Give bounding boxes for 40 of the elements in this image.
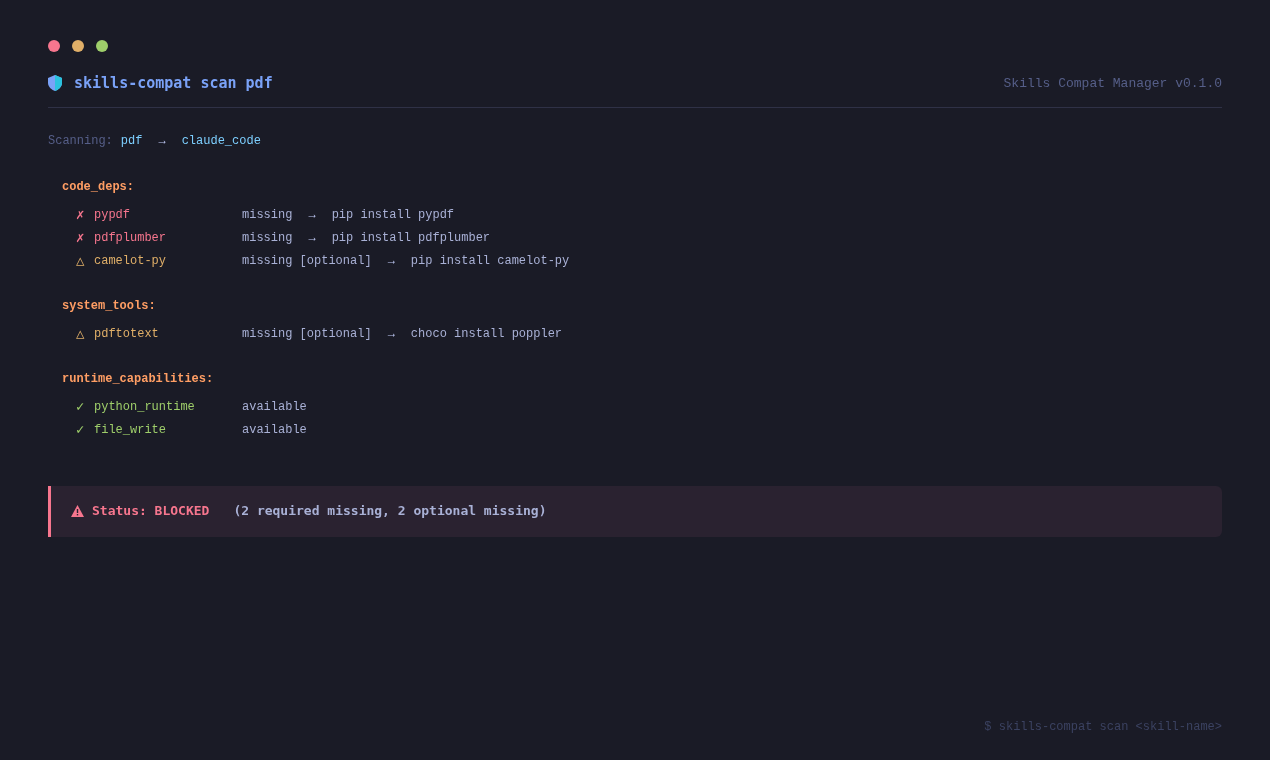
install-command: choco install poppler (410, 326, 563, 343)
status-mark: ✗ (76, 228, 86, 248)
status-mark: ✓ (76, 397, 86, 417)
status-detail: (2 required missing, 2 optional missing) (233, 502, 547, 521)
skill-name: pdf (120, 132, 143, 150)
install-command: pip install camelot-py (410, 253, 570, 270)
arrow: → (386, 326, 396, 343)
install-command: pip install pdfplumber (331, 230, 491, 247)
shield-icon (48, 75, 62, 92)
item-status: missing (242, 207, 293, 224)
item-name: pdftotext (94, 326, 160, 343)
command-title: skills-compat scan pdf (74, 73, 273, 94)
item-name: python_runtime (94, 399, 196, 416)
arrow: → (386, 253, 396, 270)
arrow: → (307, 230, 317, 247)
item-status: missing (242, 230, 293, 247)
install-command: pip install pypdf (331, 207, 455, 224)
arrow: → (307, 207, 317, 224)
arrow: → (157, 132, 167, 150)
section-title: code_deps: (62, 178, 135, 196)
item-status: missing [optional] (242, 253, 372, 270)
item-status: missing [optional] (242, 326, 372, 343)
usage-hint: $ skills-compat scan <skill-name> (984, 719, 1222, 736)
section-title: system_tools: (62, 297, 157, 315)
status-mark: △ (76, 251, 86, 271)
item-name: camelot-py (94, 253, 167, 270)
scanning-label: Scanning: (48, 132, 113, 150)
item-status: available (242, 399, 307, 416)
section-title: runtime_capabilities: (62, 370, 215, 388)
app-version: Skills Compat Manager v0.1.0 (1003, 74, 1222, 93)
warning-icon (71, 505, 84, 517)
status-mark: △ (76, 324, 86, 344)
item-name: pdfplumber (94, 230, 167, 247)
item-name: pypdf (94, 207, 131, 224)
status-mark: ✓ (76, 420, 86, 440)
status-mark: ✗ (76, 205, 86, 225)
status-label: Status: BLOCKED (92, 502, 210, 521)
item-name: file_write (94, 422, 167, 439)
item-status: available (242, 422, 307, 439)
target-name: claude_code (181, 132, 261, 150)
